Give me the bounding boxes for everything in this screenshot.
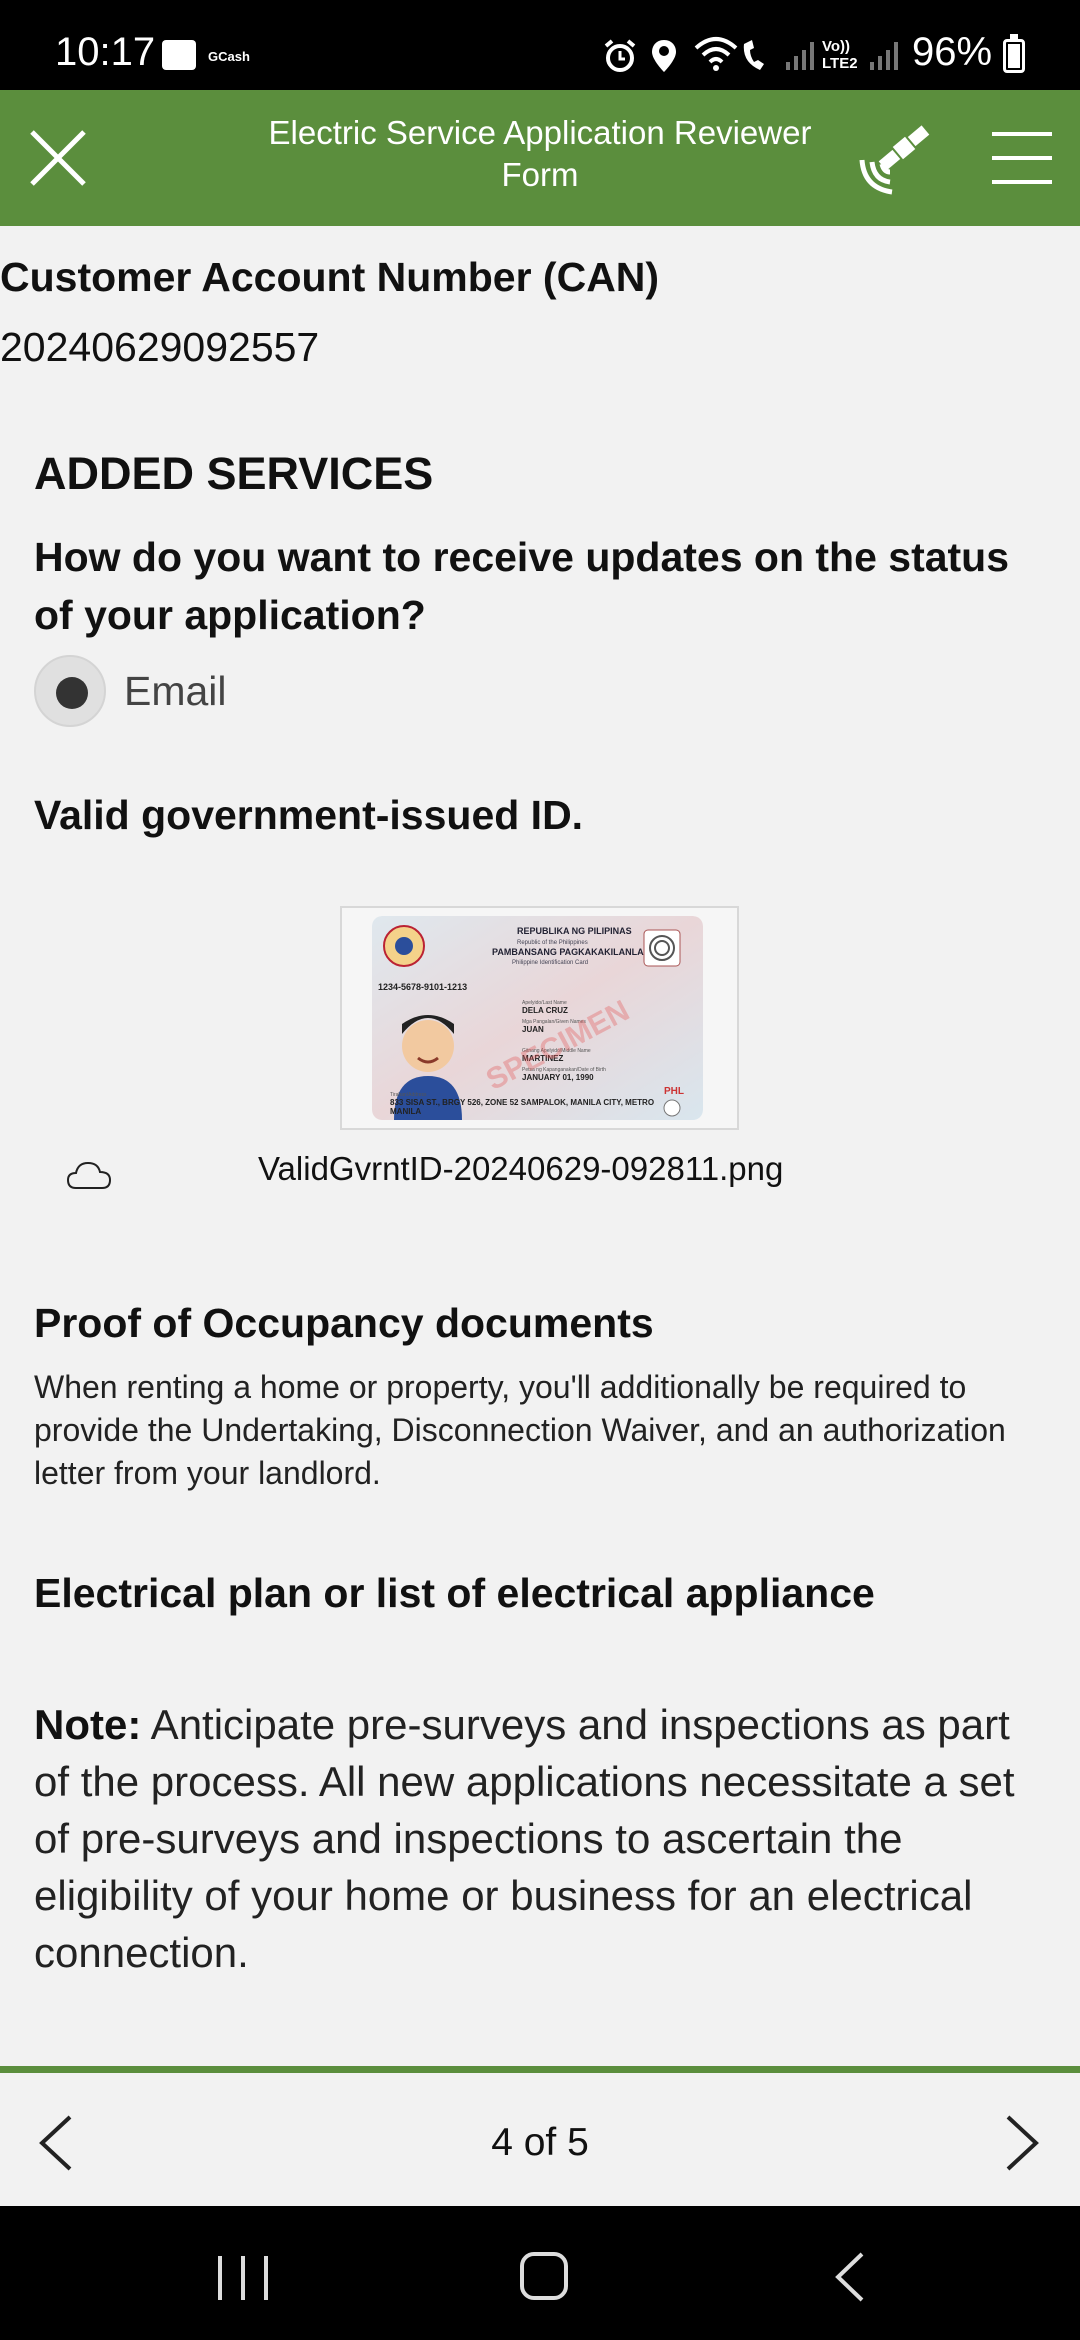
id-image-thumbnail[interactable]: REPUBLIKA NG PILIPINAS Republic of the P… — [340, 906, 739, 1130]
philippine-id-card-image: REPUBLIKA NG PILIPINAS Republic of the P… — [372, 916, 703, 1120]
id-card-last-name: DELA CRUZ — [522, 1006, 568, 1015]
hamburger-menu-icon[interactable] — [992, 132, 1052, 184]
battery-percent: 96% — [912, 30, 993, 74]
id-card-number: 1234-5678-9101-1213 — [378, 982, 467, 992]
gcash-notification-label: GCash — [208, 49, 250, 64]
id-card-agency: PAMBANSANG PAGKAKAKILANLAN — [492, 947, 650, 957]
location-icon — [652, 40, 676, 72]
signal-icon-1 — [786, 42, 814, 70]
email-radio-button[interactable] — [34, 655, 106, 727]
id-card-given-names: JUAN — [522, 1025, 544, 1034]
pager: 4 of 5 — [0, 2066, 1080, 2206]
id-card-country: REPUBLIKA NG PILIPINAS — [517, 926, 632, 936]
id-card-address: 833 SISA ST., BRGY 526, ZONE 52 SAMPALOK… — [390, 1098, 655, 1116]
occupancy-heading: Proof of Occupancy documents — [34, 1300, 654, 1346]
page-indicator: 4 of 5 — [491, 2121, 589, 2164]
electrical-plan-heading: Electrical plan or list of electrical ap… — [34, 1570, 875, 1616]
email-radio-label[interactable]: Email — [124, 668, 227, 715]
valid-id-heading: Valid government-issued ID. — [34, 792, 584, 838]
note-label: Note: — [34, 1701, 142, 1748]
id-card-country-en: Republic of the Philippines — [517, 940, 588, 946]
can-value: 20240629092557 — [0, 324, 320, 370]
satellite-icon[interactable] — [852, 118, 936, 202]
can-label: Customer Account Number (CAN) — [0, 254, 660, 300]
uploaded-file-name[interactable]: ValidGvrntID-20240629-092811.png — [258, 1150, 783, 1188]
update-method-question: How do you want to receive updates on th… — [34, 534, 1010, 638]
added-services-heading: ADDED SERVICES — [34, 448, 434, 499]
inspection-note: Note: Anticipate pre-surveys and inspect… — [34, 1696, 1044, 1981]
chevron-right-icon[interactable] — [1000, 2113, 1044, 2173]
id-card-country-code: PHL — [664, 1086, 684, 1097]
back-icon[interactable] — [826, 2250, 876, 2304]
system-nav-bar — [0, 2206, 1080, 2340]
note-text: Anticipate pre-surveys and inspections a… — [34, 1701, 1015, 1976]
signal-icon-2 — [870, 42, 898, 70]
home-icon[interactable] — [520, 2252, 568, 2300]
wifi-icon — [694, 37, 738, 71]
app-header: Electric Service Application Reviewer Fo… — [0, 90, 1080, 226]
id-card-type: Philippine Identification Card — [512, 960, 588, 966]
alarm-icon — [604, 39, 636, 72]
wifi-calling-icon — [743, 40, 764, 70]
occupancy-description: When renting a home or property, you'll … — [34, 1369, 1006, 1491]
recent-apps-icon[interactable] — [218, 2256, 268, 2300]
close-icon[interactable] — [26, 126, 90, 190]
network-label: Vo)) LTE2 — [822, 38, 858, 72]
gallery-notification-icon — [162, 40, 196, 70]
status-time: 10:17 — [55, 30, 156, 74]
battery-icon — [1003, 34, 1025, 73]
cloud-icon — [66, 1161, 112, 1189]
page-title: Electric Service Application Reviewer Fo… — [268, 114, 812, 193]
status-bar: 10:17 GCash Vo)) LTE2 96% — [0, 0, 1080, 90]
